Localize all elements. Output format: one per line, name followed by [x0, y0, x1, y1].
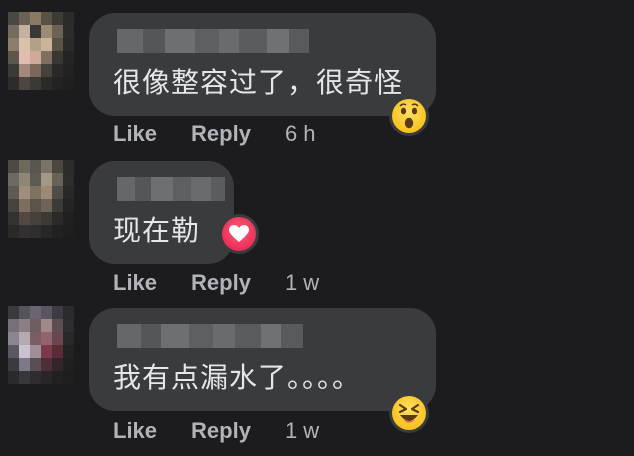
comment-text: 很像整容过了，很奇怪 [113, 66, 404, 99]
comment-actions: Like Reply 1 w [113, 268, 319, 298]
reply-button[interactable]: Reply [191, 270, 251, 296]
like-button[interactable]: Like [113, 121, 157, 147]
like-button[interactable]: Like [113, 270, 157, 296]
comment-actions: Like Reply 1 w [113, 416, 319, 446]
comment-actions: Like Reply 6 h [113, 119, 316, 149]
comment-bubble: 我有点漏水了。。。。 [89, 308, 436, 411]
reaction-badge[interactable] [389, 393, 429, 433]
commenter-name-blurred[interactable] [117, 29, 309, 53]
reply-button[interactable]: Reply [191, 121, 251, 147]
wow-face-icon [392, 99, 426, 133]
commenter-name-blurred[interactable] [117, 177, 225, 201]
love-heart-icon [222, 217, 256, 251]
comment-bubble: 现在勒 [89, 161, 234, 264]
comment-timestamp[interactable]: 6 h [285, 121, 316, 147]
reaction-badge[interactable] [219, 214, 259, 254]
avatar[interactable] [8, 12, 74, 92]
comment-text: 现在勒 [113, 214, 201, 247]
avatar[interactable] [8, 160, 74, 240]
avatar[interactable] [8, 306, 74, 386]
reply-button[interactable]: Reply [191, 418, 251, 444]
reaction-badge[interactable] [389, 96, 429, 136]
commenter-name-blurred[interactable] [117, 324, 303, 348]
comment-bubble: 很像整容过了，很奇怪 [89, 13, 436, 116]
laughing-face-icon [392, 396, 426, 430]
comment-text: 我有点漏水了。。。。 [113, 361, 362, 394]
like-button[interactable]: Like [113, 418, 157, 444]
comment-timestamp[interactable]: 1 w [285, 270, 319, 296]
comment-timestamp[interactable]: 1 w [285, 418, 319, 444]
